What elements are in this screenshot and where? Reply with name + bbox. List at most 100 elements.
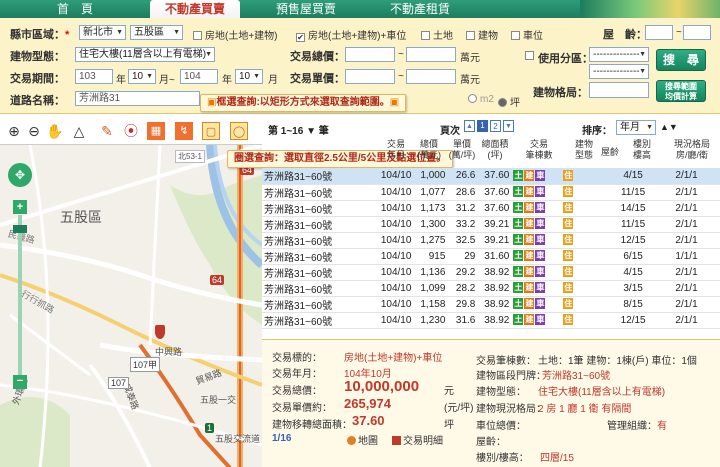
row-area: 38.92 bbox=[477, 312, 512, 329]
table-row[interactable]: 芳洲路31~60號 104/10 1,275 32.5 39.21 土建車住 12/15 2/… bbox=[262, 232, 720, 249]
pencil-icon[interactable]: ✎ bbox=[98, 122, 116, 140]
residential-badge-icon: 住 bbox=[563, 314, 574, 326]
zoom-slider-handle[interactable] bbox=[13, 225, 27, 233]
total-price-from-input[interactable] bbox=[345, 47, 395, 62]
parking-badge-icon: 車 bbox=[535, 202, 546, 214]
building-badge-icon: 建 bbox=[524, 170, 535, 182]
page-prev-button[interactable]: ▲ bbox=[464, 120, 475, 132]
detail-transaction-link[interactable]: 交易明細 bbox=[392, 432, 443, 447]
house-age-from-input[interactable] bbox=[645, 25, 673, 40]
sort-direction-toggle[interactable]: ▲▼ bbox=[660, 122, 678, 132]
zoom-out-icon[interactable]: ⊖ bbox=[25, 122, 43, 140]
row-floor: 6/15 bbox=[613, 248, 654, 265]
detail-map-link[interactable]: 地圖 bbox=[347, 432, 378, 447]
col-header-unit[interactable]: 單價 (萬/坪) bbox=[447, 139, 477, 161]
row-building-type: 住 bbox=[561, 168, 592, 185]
table-row[interactable]: 芳洲路31~60號 104/10 1,230 31.6 38.92 土建車住 12/15 2/… bbox=[262, 312, 720, 329]
road-input[interactable]: 芳洲路31 bbox=[75, 91, 200, 106]
land-badge-icon: 土 bbox=[513, 234, 524, 246]
col-header-ym[interactable]: 交易 年月 bbox=[381, 139, 411, 161]
point-marker-icon[interactable]: ⦿ bbox=[122, 122, 140, 140]
table-row[interactable]: 芳洲路31~60號 104/10 1,099 28.2 38.92 土建車住 3/15 2/1… bbox=[262, 280, 720, 297]
map-zoom-in-button[interactable]: + bbox=[13, 200, 27, 214]
detail-btype-value: 住宅大樓(11層含以上有電梯) bbox=[538, 387, 666, 398]
pan-control-icon[interactable]: ✥ bbox=[8, 163, 32, 187]
property-location-marker-icon[interactable] bbox=[155, 325, 165, 339]
radio-m2[interactable]: m2 bbox=[468, 94, 494, 105]
table-row[interactable]: 芳洲路31~60號 104/10 1,077 28.6 37.60 土建車住 11/15 2/… bbox=[262, 184, 720, 201]
row-unit: 31.2 bbox=[447, 200, 478, 217]
use-zone-select-2[interactable]: -------------- bbox=[589, 64, 649, 79]
radio-ping[interactable]: 坪 bbox=[498, 94, 520, 109]
residential-badge-icon: 住 bbox=[563, 266, 574, 278]
layout-input[interactable] bbox=[589, 82, 649, 98]
house-age-to-input[interactable] bbox=[683, 25, 711, 40]
checkbox-land[interactable]: 土地 bbox=[421, 27, 453, 42]
zoom-in-icon[interactable]: ⊕ bbox=[5, 122, 23, 140]
measure-angle-icon[interactable]: △ bbox=[70, 122, 88, 140]
pan-hand-icon[interactable]: ✋ bbox=[46, 122, 64, 140]
table-row[interactable]: 芳洲路31~60號 104/10 915 29 31.60 土建車住 6/15 1/1/1 bbox=[262, 248, 720, 265]
row-ym: 104/10 bbox=[378, 216, 414, 233]
row-age bbox=[591, 296, 614, 313]
row-address: 芳洲路31~60號 bbox=[262, 216, 379, 233]
row-layout: 2/1/1 bbox=[653, 312, 720, 329]
row-range-select[interactable]: 第 1~16 ▼ 筆 bbox=[268, 122, 329, 137]
col-header-total[interactable]: 總價 (萬元) bbox=[414, 139, 444, 161]
rectangle-select-icon[interactable]: ▢ bbox=[202, 122, 220, 140]
page-1-button[interactable]: 1 bbox=[477, 120, 488, 132]
unit-price-from-input[interactable] bbox=[345, 69, 395, 84]
unit-price-to-input[interactable] bbox=[406, 69, 456, 84]
checkbox-land-building[interactable]: 房地(土地+建物) bbox=[193, 27, 278, 42]
row-ym: 104/10 bbox=[378, 296, 414, 313]
map-zoom-out-button[interactable]: − bbox=[13, 375, 27, 389]
circle-select-icon[interactable]: ◯ bbox=[230, 122, 248, 140]
nav-tab-home[interactable]: 首 頁 bbox=[40, 0, 110, 18]
row-count-badges: 土建車 bbox=[511, 184, 562, 201]
use-zone-select[interactable]: -------------- bbox=[589, 47, 649, 62]
row-total: 1,077 bbox=[413, 184, 448, 201]
checkbox-land-building-parking[interactable]: ✔ 房地(土地+建物)+車位 bbox=[296, 27, 406, 42]
layers-icon[interactable]: ▦ bbox=[147, 122, 165, 140]
checkbox-building[interactable]: 建物 bbox=[466, 27, 498, 42]
table-row[interactable]: 芳洲路31~60號 104/10 1,158 29.8 38.92 土建車住 8/15 2/1… bbox=[262, 296, 720, 313]
table-row[interactable]: 芳洲路31~60號 104/10 1,136 29.2 38.92 土建車住 4/15 2/1… bbox=[262, 264, 720, 281]
col-header-area[interactable]: 總面積 (坪) bbox=[477, 139, 513, 161]
table-row[interactable]: 芳洲路31~60號 104/10 1,300 33.2 39.21 土建車住 11/15 2/… bbox=[262, 216, 720, 233]
page-next-button[interactable]: ▼ bbox=[503, 120, 514, 132]
route-icon[interactable]: ↯ bbox=[175, 122, 193, 140]
nav-tab-property-sale[interactable]: 不動產買賣 bbox=[150, 0, 240, 18]
banner-decoration bbox=[580, 0, 720, 18]
row-count-badges: 土建車 bbox=[511, 232, 562, 249]
residential-badge-icon: 住 bbox=[563, 298, 574, 310]
period-to-month-select[interactable]: 10 bbox=[235, 69, 263, 84]
building-type-select[interactable]: 住宅大樓(11層含以上有電梯) bbox=[75, 47, 215, 62]
map-view[interactable]: 五股區 民義路 行行抓路 中興路 貿易路 五股一交 五股交流道 成泰路 外環道 … bbox=[0, 144, 262, 467]
total-price-to-input[interactable] bbox=[406, 47, 456, 62]
table-row[interactable]: 芳洲路31~60號 104/10 1,000 26.6 37.60 土建車住 4/15 2/1… bbox=[262, 168, 720, 185]
zoom-slider-track[interactable] bbox=[18, 215, 22, 375]
table-row[interactable]: 芳洲路31~60號 104/10 1,173 31.2 37.60 土建車住 14/15 2/… bbox=[262, 200, 720, 217]
house-age-sep: ~ bbox=[676, 27, 682, 38]
district-select[interactable]: 五股區 bbox=[130, 25, 183, 40]
nav-tab-presale[interactable]: 預售屋買賣 bbox=[256, 0, 356, 18]
row-address: 芳洲路31~60號 bbox=[262, 232, 379, 249]
area-average-button[interactable]: 搜尋範圍 均價計算 bbox=[656, 80, 706, 102]
checkbox-parking[interactable]: 車位 bbox=[511, 27, 543, 42]
parking-badge-icon: 車 bbox=[535, 298, 546, 310]
detail-unit-label: 交易單價約： bbox=[272, 403, 332, 414]
county-select[interactable]: 新北市 bbox=[79, 25, 126, 40]
detail-mgmt-value: 有 bbox=[657, 421, 667, 432]
page-2-button[interactable]: 2 bbox=[490, 120, 501, 132]
sort-select[interactable]: 年月 bbox=[616, 120, 656, 135]
map-district-label: 五股區 bbox=[60, 209, 102, 225]
period-to-year-input[interactable]: 104 bbox=[180, 69, 218, 84]
detail-floor-label: 樓別/樓高： bbox=[476, 453, 529, 464]
residential-badge-icon: 住 bbox=[563, 170, 574, 182]
nav-tab-rental[interactable]: 不動產租賃 bbox=[370, 0, 470, 18]
period-from-month-select[interactable]: 10 bbox=[128, 69, 156, 84]
search-button[interactable]: 搜 尋 bbox=[656, 49, 706, 71]
period-from-year-input[interactable]: 103 bbox=[75, 69, 113, 84]
checkbox-use-zone[interactable] bbox=[525, 51, 537, 62]
detail-total-value: 10,000,000 bbox=[344, 378, 420, 395]
